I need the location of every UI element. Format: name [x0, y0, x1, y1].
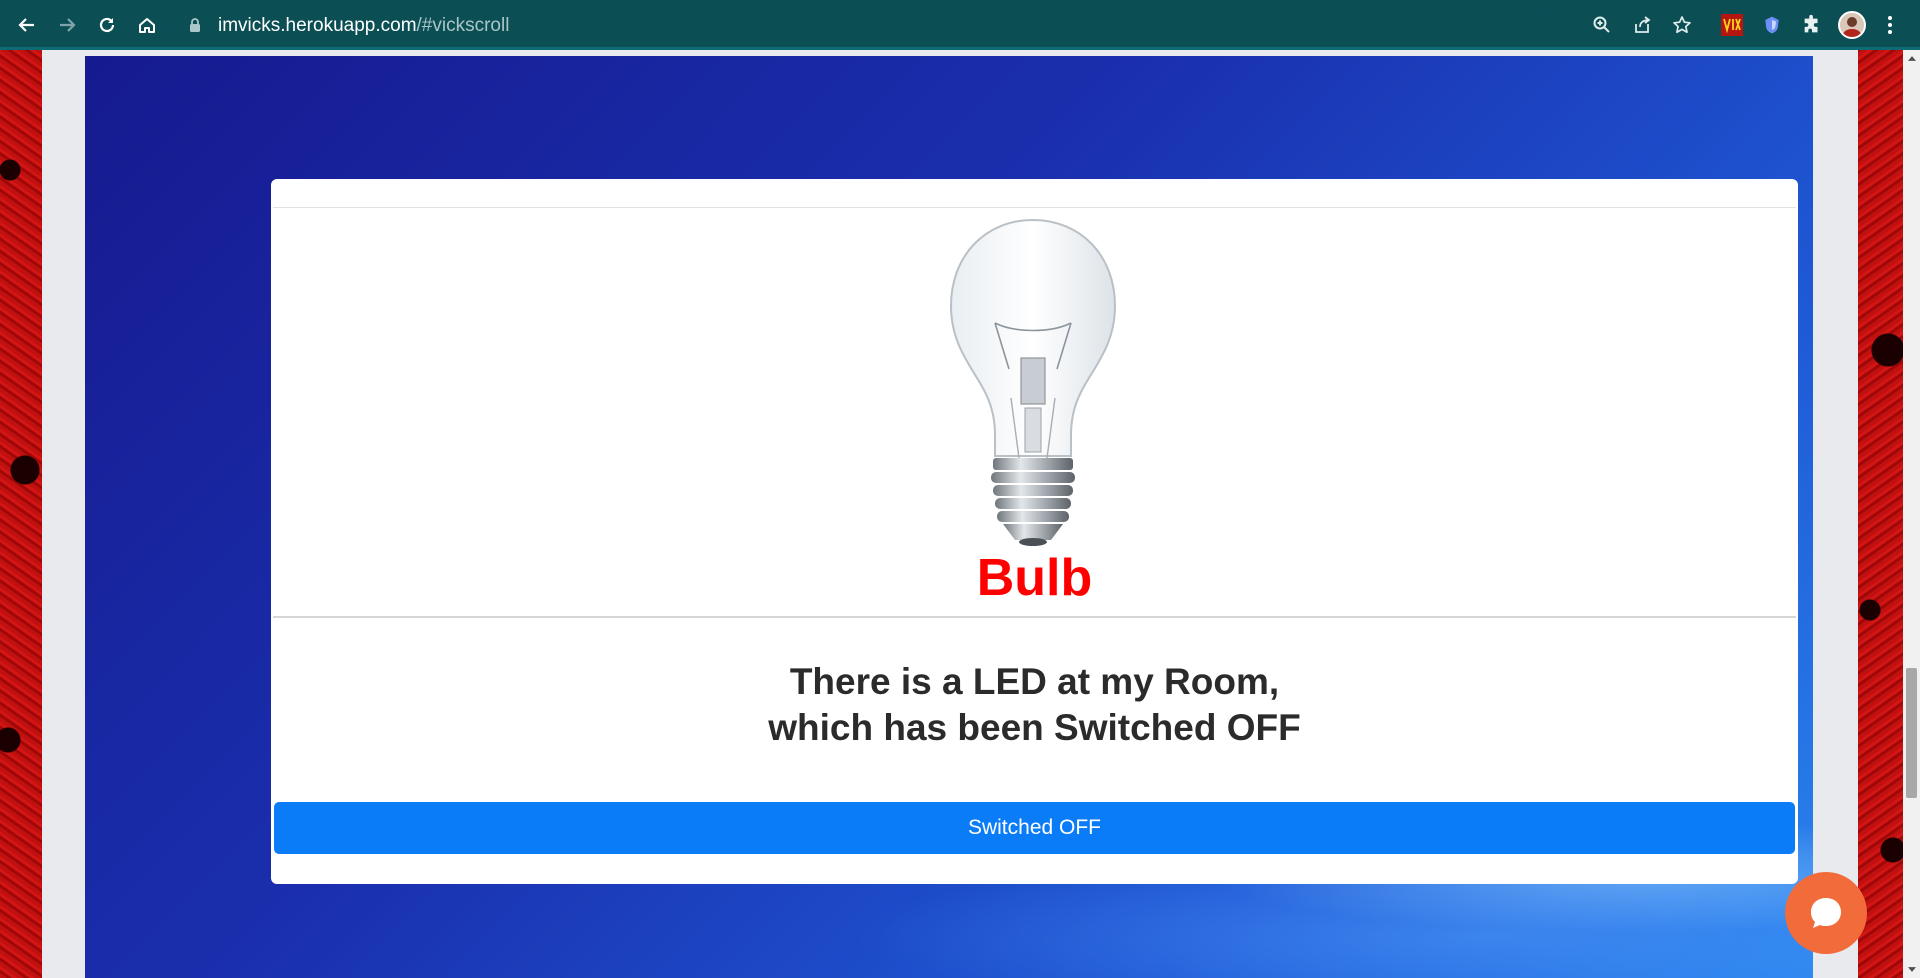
scroll-up-arrow[interactable] [1903, 50, 1920, 67]
url-path: /#vickscroll [416, 15, 510, 36]
scroll-down-arrow[interactable] [1903, 961, 1920, 978]
vicks-extension-icon[interactable] [1718, 11, 1746, 39]
light-bulb-image [949, 218, 1117, 546]
card-description-line-1: There is a LED at my Room, [789, 661, 1280, 702]
chat-widget-button[interactable] [1785, 872, 1867, 954]
switch-status-button[interactable]: Switched OFF [274, 802, 1795, 854]
kebab-menu-icon [1888, 16, 1892, 34]
blue-background-section: Bulb There is a LED at my Room, which ha… [85, 56, 1813, 978]
lock-icon[interactable] [188, 17, 202, 33]
chevron-up-icon [1907, 56, 1916, 61]
profile-avatar[interactable] [1838, 11, 1866, 39]
url-host: imvicks.herokuapp.com [218, 15, 417, 36]
forward-arrow-icon [60, 18, 76, 32]
forward-button[interactable] [51, 9, 83, 41]
reload-button[interactable] [91, 9, 123, 41]
url-text[interactable]: imvicks.herokuapp.com/#vickscroll [218, 15, 509, 37]
browser-menu-button[interactable] [1876, 11, 1904, 39]
bulb-card-image-area: Bulb [273, 207, 1796, 618]
chat-bubble-icon [1811, 898, 1841, 928]
card-description: There is a LED at my Room, which has bee… [271, 659, 1798, 751]
page-viewport: Bulb There is a LED at my Room, which ha… [0, 50, 1903, 978]
home-icon [139, 18, 155, 33]
star-icon[interactable] [1672, 15, 1692, 35]
shield-icon [1765, 16, 1779, 34]
red-texture-right [1858, 50, 1903, 978]
extensions-button[interactable] [1798, 11, 1826, 39]
card-description-line-2: which has been Switched OFF [768, 707, 1301, 748]
avatar-icon [1840, 13, 1864, 37]
scrollbar-thumb[interactable] [1906, 668, 1917, 798]
reload-icon [99, 17, 115, 33]
share-icon[interactable] [1632, 15, 1652, 35]
card-title: Bulb [976, 549, 1093, 607]
red-texture-left [0, 50, 42, 978]
back-button[interactable] [11, 9, 43, 41]
back-arrow-icon [18, 18, 34, 32]
page-scrollbar[interactable] [1903, 50, 1920, 978]
zoom-icon[interactable] [1592, 15, 1612, 35]
home-button[interactable] [131, 9, 163, 41]
address-bar[interactable]: imvicks.herokuapp.com/#vickscroll [174, 8, 1691, 42]
vicks-logo-icon [1721, 14, 1743, 36]
puzzle-icon [1804, 14, 1818, 33]
chevron-down-icon [1907, 967, 1916, 972]
browser-toolbar: imvicks.herokuapp.com/#vickscroll [0, 0, 1920, 50]
bulb-card: Bulb There is a LED at my Room, which ha… [271, 179, 1798, 884]
shield-extension-icon[interactable] [1758, 11, 1786, 39]
